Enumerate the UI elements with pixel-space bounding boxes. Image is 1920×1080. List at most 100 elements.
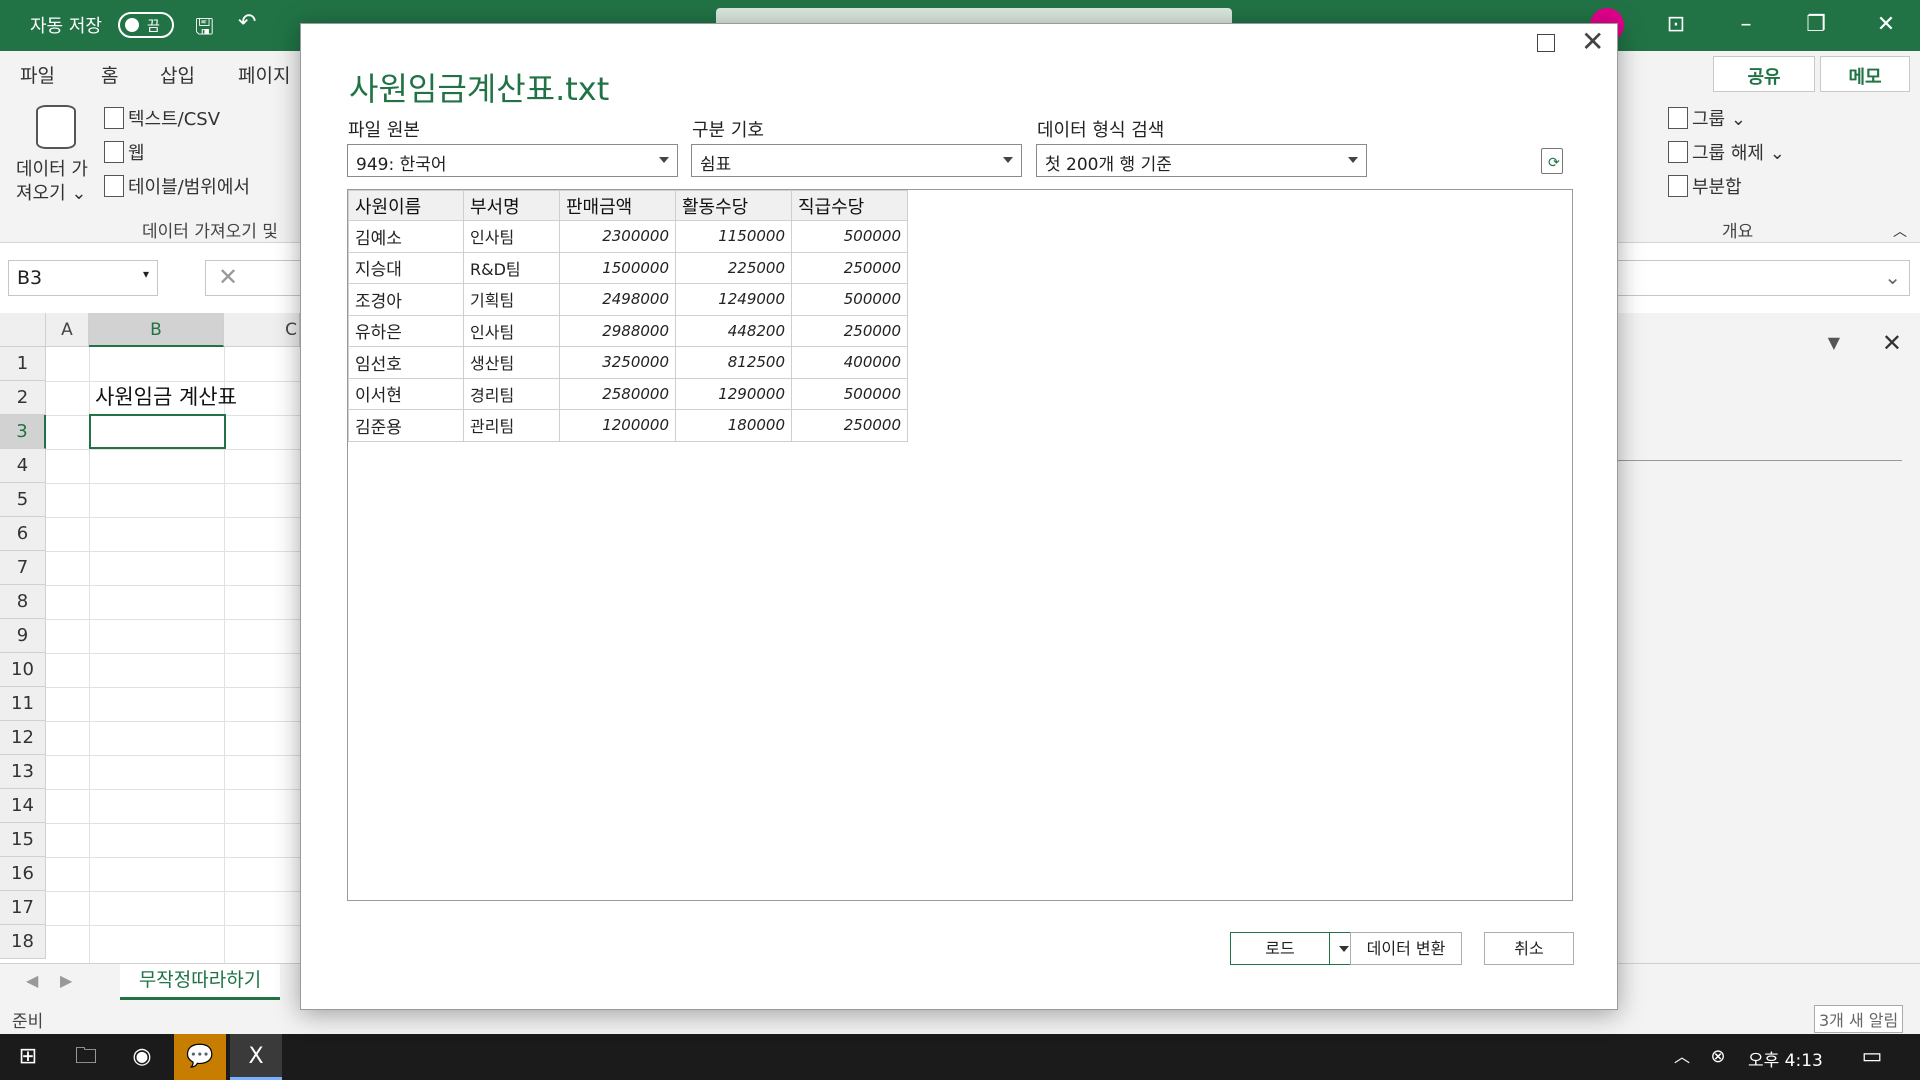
name-box-dropdown-icon[interactable]: ▾: [143, 267, 149, 281]
worksheet-grid[interactable]: A B C 1 2 3 4 5 6 7 8 9 10 11 12 13 14 1…: [0, 313, 300, 963]
column-header: 부서명: [463, 190, 560, 221]
status-ready: 준비: [12, 1012, 44, 1032]
undo-icon[interactable]: ↶: [238, 10, 256, 35]
row-header[interactable]: 6: [0, 517, 46, 551]
row-header[interactable]: 15: [0, 823, 46, 857]
delimiter-select[interactable]: 쉼표: [691, 144, 1022, 177]
table-range-button[interactable]: 테이블/범위에서: [104, 173, 250, 199]
row-header[interactable]: 5: [0, 483, 46, 517]
file-explorer-icon[interactable]: 🗀: [60, 1034, 112, 1080]
load-button[interactable]: 로드: [1230, 932, 1330, 965]
subtotal-label: 부분합: [1692, 177, 1742, 198]
table-range-label: 테이블/범위에서: [128, 177, 250, 198]
network-icon[interactable]: ⊗: [1692, 1034, 1744, 1080]
row-header[interactable]: 10: [0, 653, 46, 687]
toggle-knob: [125, 18, 139, 32]
restore-icon[interactable]: ❐: [1796, 8, 1836, 42]
pane-options-icon[interactable]: ▼: [1828, 333, 1840, 352]
close-icon[interactable]: ✕: [1866, 8, 1906, 42]
detect-type-select[interactable]: 첫 200개 행 기준: [1036, 144, 1367, 177]
minimize-icon[interactable]: –: [1726, 8, 1766, 42]
col-header-b[interactable]: B: [89, 313, 224, 347]
action-center-icon[interactable]: ▭: [1846, 1034, 1898, 1080]
tab-insert[interactable]: 삽입: [160, 61, 195, 88]
row-header[interactable]: 18: [0, 925, 46, 959]
transform-data-button[interactable]: 데이터 변환: [1350, 932, 1462, 965]
cell-activity: 225000: [675, 251, 792, 284]
cell-sales: 2300000: [559, 220, 676, 253]
row-header[interactable]: 8: [0, 585, 46, 619]
chevron-down-icon: [1348, 157, 1358, 163]
ungroup-button[interactable]: 그룹 해제 ⌄: [1668, 139, 1785, 165]
refresh-icon[interactable]: [1541, 148, 1563, 174]
cell-b2[interactable]: 사원임금 계산표: [95, 381, 237, 411]
row-header[interactable]: 7: [0, 551, 46, 585]
tab-file[interactable]: 파일: [20, 61, 55, 88]
prev-sheet-icon[interactable]: ◀: [26, 971, 38, 990]
web-button[interactable]: 웹: [104, 139, 145, 165]
ribbon-display-icon[interactable]: ⊡: [1656, 8, 1696, 42]
row-header[interactable]: 1: [0, 347, 46, 381]
row-header[interactable]: 2: [0, 381, 46, 415]
file-origin-select[interactable]: 949: 한국어: [347, 144, 678, 177]
maximize-icon[interactable]: [1537, 34, 1555, 52]
row-header[interactable]: 13: [0, 755, 46, 789]
row-header[interactable]: 4: [0, 449, 46, 483]
save-icon[interactable]: 🖫: [195, 10, 214, 48]
expand-formula-icon[interactable]: ⌄: [1884, 265, 1901, 289]
subtotal-button[interactable]: 부분합: [1668, 173, 1742, 199]
get-data-label-2[interactable]: 져오기 ⌄: [16, 179, 86, 205]
share-label: 공유: [1747, 67, 1781, 87]
group-icon: [1668, 107, 1688, 129]
collapse-ribbon-icon[interactable]: ︿: [1893, 221, 1907, 241]
windows-start-icon[interactable]: ⊞: [2, 1034, 54, 1080]
sheet-tab-active[interactable]: 무작정따라하기: [120, 964, 280, 1000]
name-box[interactable]: B3 ▾: [8, 260, 158, 296]
cell-sales: 2580000: [559, 377, 676, 410]
autosave-toggle[interactable]: 끔: [118, 12, 174, 38]
excel-icon[interactable]: X: [230, 1034, 282, 1080]
share-button[interactable]: 공유: [1713, 56, 1815, 92]
column-header: 사원이름: [348, 190, 464, 221]
selected-cell-b3[interactable]: [89, 414, 226, 449]
cell-name: 유하은: [348, 314, 464, 347]
chevron-down-icon: [1003, 157, 1013, 163]
next-sheet-icon[interactable]: ▶: [60, 971, 72, 990]
col-header-c[interactable]: C: [224, 313, 300, 347]
web-label: 웹: [128, 143, 145, 164]
row-header[interactable]: 9: [0, 619, 46, 653]
col-header-a[interactable]: A: [46, 313, 89, 347]
group-button[interactable]: 그룹 ⌄: [1668, 105, 1746, 131]
row-header[interactable]: 14: [0, 789, 46, 823]
autosave-label: 자동 저장: [30, 16, 102, 37]
memo-label: 메모: [1848, 67, 1882, 87]
task-pane: ▼ ✕: [1617, 313, 1920, 963]
row-header[interactable]: 16: [0, 857, 46, 891]
memo-button[interactable]: 메모: [1820, 56, 1910, 92]
chrome-icon[interactable]: ◉: [116, 1034, 168, 1080]
cancel-button[interactable]: 취소: [1484, 932, 1574, 965]
gridline: [46, 925, 300, 926]
row-header[interactable]: 3: [0, 415, 46, 449]
notification-badge[interactable]: 3개 새 알림: [1814, 1005, 1904, 1033]
chevron-down-icon: [1339, 946, 1349, 952]
tab-home[interactable]: 홈: [101, 61, 118, 88]
pane-close-icon[interactable]: ✕: [1882, 329, 1902, 357]
database-icon[interactable]: [36, 105, 76, 149]
row-header[interactable]: 12: [0, 721, 46, 755]
detect-type-label: 데이터 형식 검색: [1037, 120, 1165, 141]
text-csv-button[interactable]: 텍스트/CSV: [104, 105, 220, 131]
cancel-entry-icon[interactable]: ✕: [218, 263, 238, 291]
dialog-close-icon[interactable]: ✕: [1581, 28, 1604, 56]
row-header[interactable]: 11: [0, 687, 46, 721]
tab-page[interactable]: 페이지: [238, 61, 290, 88]
cell-sales: 3250000: [559, 346, 676, 379]
cell-name: 조경아: [348, 283, 464, 316]
cell-rank: 500000: [791, 283, 908, 316]
select-all-corner[interactable]: [0, 313, 46, 347]
table-icon: [104, 175, 124, 197]
row-header[interactable]: 17: [0, 891, 46, 925]
cell-dept: 생산팀: [463, 346, 560, 379]
kakaotalk-icon[interactable]: 💬: [174, 1034, 226, 1080]
get-data-label-1[interactable]: 데이터 가: [16, 155, 88, 181]
